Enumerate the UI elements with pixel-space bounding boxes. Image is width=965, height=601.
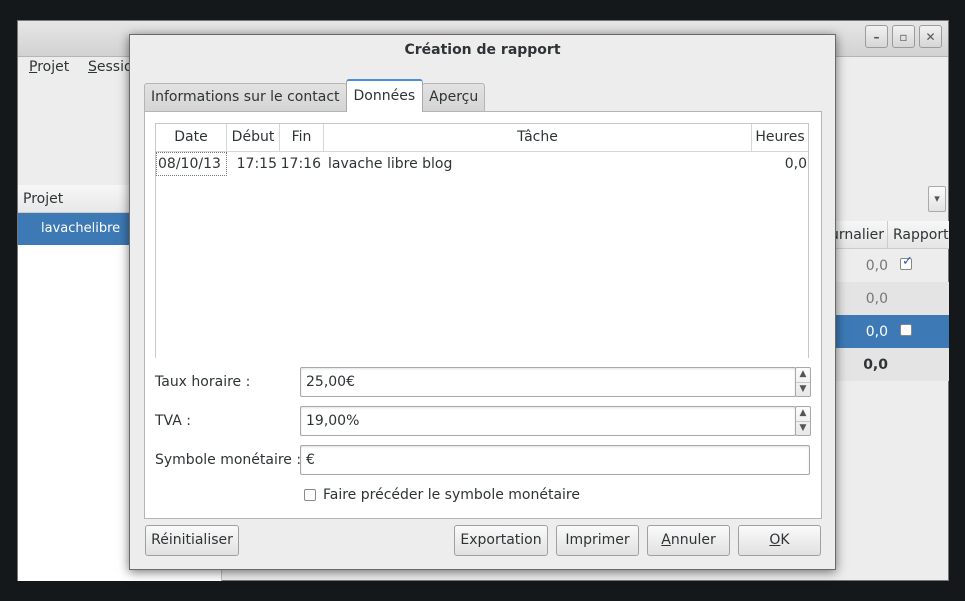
precede-label: Faire précéder le symbole monétaire — [323, 487, 580, 503]
cell-date[interactable]: 08/10/13 — [156, 152, 227, 176]
column-journalier[interactable]: urnalier — [830, 221, 888, 248]
precede-checkbox[interactable] — [304, 489, 316, 501]
table-row[interactable]: 0,0 — [830, 282, 949, 315]
menu-projet-mnemonic: P — [29, 59, 38, 75]
symbole-field[interactable]: € — [300, 445, 810, 475]
menu-projet[interactable]: Projet — [29, 59, 69, 75]
ok-mnemonic: O — [769, 532, 781, 548]
column-fin[interactable]: Fin — [280, 124, 324, 151]
precede-option[interactable]: Faire précéder le symbole monétaire — [304, 487, 580, 503]
row-value: 0,0 — [865, 257, 888, 274]
session-table-header: urnalier Rapport — [830, 221, 949, 249]
total-value: 0,0 — [863, 356, 888, 373]
taux-horaire-label: Taux horaire : — [155, 374, 251, 390]
tva-spinner[interactable]: ▲ ▼ — [795, 406, 811, 436]
cell-fin[interactable]: 17:16 — [280, 152, 324, 176]
data-table: Date Début Fin Tâche Heures 08/10/13 17:… — [155, 123, 809, 358]
cell-debut[interactable]: 17:15 — [227, 152, 280, 176]
maximize-button[interactable]: ▫ — [892, 25, 915, 48]
menu-session[interactable]: Sessio — [88, 59, 133, 75]
tab-contact[interactable]: Informations sur le contact — [144, 83, 347, 112]
reinitialiser-button[interactable]: Réinitialiser — [145, 525, 239, 556]
ok-button[interactable]: OK — [738, 525, 821, 556]
column-debut[interactable]: Début — [227, 124, 280, 151]
rapport-cell — [894, 254, 949, 274]
chevron-down-icon[interactable]: ▾ — [928, 186, 946, 212]
column-rapport[interactable]: Rapport — [888, 221, 949, 248]
tab-apercu[interactable]: Aperçu — [422, 83, 486, 112]
column-date[interactable]: Date — [156, 124, 227, 151]
donnees-panel: Date Début Fin Tâche Heures 08/10/13 17:… — [144, 111, 822, 519]
column-heures[interactable]: Heures — [752, 124, 808, 151]
dialog-title: Création de rapport — [404, 42, 561, 58]
taux-horaire-spinner[interactable]: ▲ ▼ — [795, 367, 811, 397]
chevron-up-icon[interactable]: ▲ — [796, 368, 810, 383]
row-value: 0,0 — [865, 290, 888, 307]
close-button[interactable]: ✕ — [919, 25, 942, 48]
exportation-button[interactable]: Exportation — [454, 525, 548, 556]
cell-heures[interactable]: 0,0 — [752, 152, 808, 176]
row-value: 0,0 — [865, 323, 888, 340]
menu-session-mnemonic: S — [88, 59, 97, 75]
report-dialog: Création de rapport Informations sur le … — [129, 34, 836, 570]
taux-horaire-field[interactable]: 25,00€ — [300, 367, 796, 397]
symbole-label: Symbole monétaire : — [155, 452, 302, 468]
menu-projet-label: rojet — [37, 59, 70, 75]
table-row[interactable]: 0,0 — [830, 315, 949, 348]
tva-label: TVA : — [155, 413, 191, 429]
imprimer-button[interactable]: Imprimer — [556, 525, 639, 556]
ok-label: K — [780, 532, 790, 548]
column-tache[interactable]: Tâche — [324, 124, 752, 151]
minimize-button[interactable]: – — [865, 25, 888, 48]
window-controls: – ▫ ✕ — [865, 25, 942, 48]
menu-session-label: essio — [96, 59, 133, 75]
table-row[interactable]: 08/10/13 17:15 17:16 lavache libre blog … — [156, 152, 808, 176]
tva-field[interactable]: 19,00% — [300, 406, 796, 436]
table-row[interactable]: 0,0 — [830, 249, 949, 282]
table-total-row: 0,0 — [830, 348, 949, 381]
rapport-checkbox[interactable] — [900, 254, 913, 270]
tab-donnees[interactable]: Données — [345, 79, 424, 112]
chevron-down-icon[interactable]: ▼ — [796, 383, 810, 397]
rapport-checkbox[interactable] — [900, 323, 912, 336]
chevron-up-icon[interactable]: ▲ — [796, 407, 810, 422]
annuler-button[interactable]: Annuler — [647, 525, 730, 556]
annuler-label: nnuler — [670, 532, 716, 548]
cell-tache[interactable]: lavache libre blog — [324, 152, 752, 176]
rapport-cell — [894, 323, 949, 340]
session-table: urnalier Rapport 0,0 0,0 0,0 0,0 — [830, 221, 949, 381]
chevron-down-icon[interactable]: ▼ — [796, 422, 810, 436]
tab-bar: Informations sur le contact Données Aper… — [144, 77, 486, 112]
annuler-mnemonic: A — [661, 532, 671, 548]
data-table-header: Date Début Fin Tâche Heures — [156, 124, 808, 152]
